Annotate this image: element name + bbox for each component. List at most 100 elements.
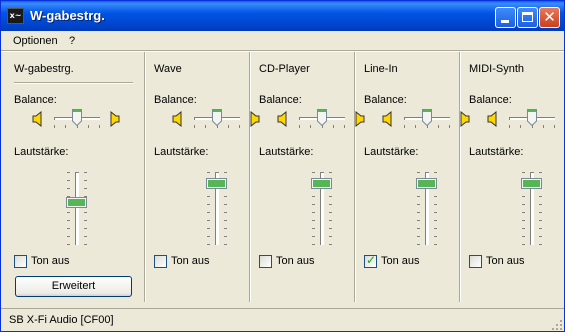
volume-tick xyxy=(84,236,87,237)
volume-slider-track[interactable] xyxy=(75,172,79,245)
balance-slider-thumb[interactable] xyxy=(317,109,327,127)
mute-label[interactable]: Ton aus xyxy=(171,255,210,267)
volume-tick xyxy=(224,220,227,221)
volume-tick xyxy=(67,172,70,173)
device-name: SB X-Fi Audio [CF00] xyxy=(9,314,114,326)
balance-tick xyxy=(99,125,100,128)
volume-tick xyxy=(539,196,542,197)
balance-label: Balance: xyxy=(259,94,302,106)
title-bar[interactable]: x~ W-gabestrg. ✕ xyxy=(1,1,564,31)
advanced-button[interactable]: Erweitert xyxy=(15,276,132,297)
balance-tick xyxy=(88,125,89,128)
mixer-window: x~ W-gabestrg. ✕ Optionen ? W-gabestrg. B… xyxy=(0,0,565,332)
volume-tick xyxy=(224,172,227,173)
balance-slider-thumb[interactable] xyxy=(527,109,537,127)
volume-slider-thumb[interactable] xyxy=(206,178,227,189)
speaker-right-icon xyxy=(110,111,120,127)
volume-tick xyxy=(224,244,227,245)
status-bar: SB X-Fi Audio [CF00] xyxy=(1,308,564,331)
balance-tick xyxy=(205,125,206,128)
menu-bar: Optionen ? xyxy=(1,32,564,50)
balance-tick xyxy=(194,125,195,128)
channel-strip: W-gabestrg. Balance: Lautstärke: Ton aus Erw… xyxy=(14,52,139,302)
volume-tick xyxy=(67,236,70,237)
volume-slider-thumb[interactable] xyxy=(66,197,87,208)
balance-tick xyxy=(520,125,521,128)
mute-label[interactable]: Ton aus xyxy=(276,255,315,267)
volume-tick xyxy=(312,204,315,205)
volume-label: Lautstärke: xyxy=(259,146,314,158)
volume-tick xyxy=(67,180,70,181)
volume-tick xyxy=(84,220,87,221)
volume-tick xyxy=(329,236,332,237)
balance-tick xyxy=(333,125,334,128)
volume-tick xyxy=(522,228,525,229)
volume-tick xyxy=(329,228,332,229)
balance-tick xyxy=(344,125,345,128)
volume-tick xyxy=(224,212,227,213)
volume-slider-thumb[interactable] xyxy=(521,178,542,189)
minimize-icon xyxy=(501,20,509,23)
menu-help[interactable]: ? xyxy=(69,35,75,47)
close-icon: ✕ xyxy=(543,8,556,26)
mute-checkbox[interactable] xyxy=(14,255,27,268)
volume-tick xyxy=(434,196,437,197)
mute-label[interactable]: Ton aus xyxy=(381,255,420,267)
balance-tick xyxy=(415,125,416,128)
window-title: W-gabestrg. xyxy=(30,8,105,23)
speaker-left-icon xyxy=(487,111,497,127)
volume-tick xyxy=(522,172,525,173)
close-button[interactable]: ✕ xyxy=(539,7,560,28)
volume-label: Lautstärke: xyxy=(14,146,69,158)
mute-checkbox[interactable] xyxy=(469,255,482,268)
volume-tick xyxy=(207,244,210,245)
volume-label: Lautstärke: xyxy=(364,146,419,158)
balance-tick xyxy=(239,125,240,128)
speaker-left-icon xyxy=(277,111,287,127)
balance-tick xyxy=(438,125,439,128)
maximize-button[interactable] xyxy=(517,7,538,28)
volume-tick xyxy=(84,212,87,213)
menu-optionen[interactable]: Optionen xyxy=(13,35,58,47)
volume-tick xyxy=(224,228,227,229)
volume-slider-thumb[interactable] xyxy=(416,178,437,189)
mute-label[interactable]: Ton aus xyxy=(486,255,525,267)
speaker-left-icon xyxy=(32,111,42,127)
volume-tick xyxy=(329,220,332,221)
mute-checkbox[interactable] xyxy=(154,255,167,268)
balance-slider-thumb[interactable] xyxy=(72,109,82,127)
volume-tick xyxy=(312,244,315,245)
minimize-button[interactable] xyxy=(495,7,516,28)
volume-tick xyxy=(434,212,437,213)
balance-slider-thumb[interactable] xyxy=(422,109,432,127)
mute-checkbox[interactable] xyxy=(259,255,272,268)
volume-slider-thumb[interactable] xyxy=(311,178,332,189)
volume-tick xyxy=(329,196,332,197)
volume-tick xyxy=(224,204,227,205)
volume-tick xyxy=(522,196,525,197)
channel-name: Line-In xyxy=(364,63,398,75)
volume-tick xyxy=(417,228,420,229)
volume-tick xyxy=(434,204,437,205)
volume-tick xyxy=(522,236,525,237)
mute-label[interactable]: Ton aus xyxy=(31,255,70,267)
volume-tick xyxy=(312,212,315,213)
volume-tick xyxy=(434,228,437,229)
channel-name: CD-Player xyxy=(259,63,310,75)
volume-tick xyxy=(207,204,210,205)
volume-tick xyxy=(539,228,542,229)
volume-tick xyxy=(312,228,315,229)
volume-tick xyxy=(312,172,315,173)
volume-tick xyxy=(84,180,87,181)
balance-label: Balance: xyxy=(469,94,512,106)
volume-tick xyxy=(84,244,87,245)
mixer-app-icon[interactable]: x~ xyxy=(7,8,24,24)
balance-tick xyxy=(54,125,55,128)
mute-checkbox[interactable]: ✓ xyxy=(364,253,377,268)
volume-tick xyxy=(522,244,525,245)
volume-tick xyxy=(417,196,420,197)
volume-tick xyxy=(312,196,315,197)
channel-strip: Wave Balance: Lautstärke: Ton aus xyxy=(154,52,260,302)
balance-slider-thumb[interactable] xyxy=(212,109,222,127)
resize-grip-icon[interactable] xyxy=(552,320,562,330)
